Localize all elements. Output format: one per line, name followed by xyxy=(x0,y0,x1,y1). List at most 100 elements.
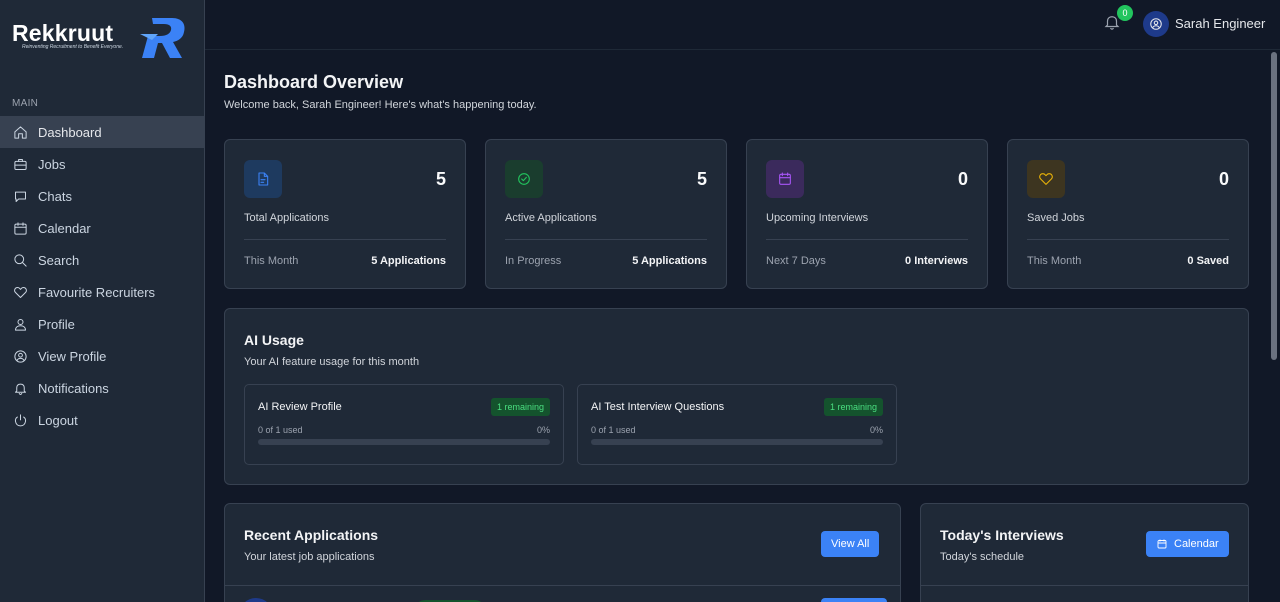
calendar-icon xyxy=(13,221,28,236)
stat-label: Total Applications xyxy=(244,212,329,224)
sidebar-item-label: Logout xyxy=(38,412,78,428)
calendar-button-label: Calendar xyxy=(1174,538,1219,550)
stat-card-total-applications: 5 Total Applications This Month 5 Applic… xyxy=(224,139,466,289)
sidebar-item-label: Chats xyxy=(38,188,72,204)
user-avatar[interactable] xyxy=(1143,11,1169,37)
calendar-icon xyxy=(1157,539,1167,549)
sidebar-item-favourite-recruiters[interactable]: Favourite Recruiters xyxy=(0,276,204,308)
brand-logo[interactable]: Rekkruut Reinventing Recruitment to Bene… xyxy=(12,14,192,64)
divider xyxy=(766,239,968,240)
usage-count: 0 of 1 used xyxy=(258,425,303,435)
divider xyxy=(921,585,1248,586)
user-circle-icon xyxy=(1150,18,1162,30)
chat-icon xyxy=(13,189,28,204)
stat-summary: 5 Applications xyxy=(632,255,707,267)
section-subtitle: Today's schedule xyxy=(940,551,1025,563)
divider xyxy=(505,239,707,240)
heart-icon xyxy=(1027,160,1065,198)
sidebar-item-label: Jobs xyxy=(38,156,66,172)
page-subtitle: Welcome back, Sarah Engineer! Here's wha… xyxy=(224,99,537,111)
section-subtitle: Your latest job applications xyxy=(244,551,375,563)
ai-usage-item-review-profile: AI Review Profile 1 remaining 0 of 1 use… xyxy=(244,384,564,465)
sidebar-item-calendar[interactable]: Calendar xyxy=(0,212,204,244)
sidebar-item-label: Search xyxy=(38,252,80,268)
home-icon xyxy=(13,125,28,140)
sidebar-item-label: Calendar xyxy=(38,220,91,236)
brand-tagline: Reinventing Recruitment to Benefit Every… xyxy=(22,44,124,50)
divider xyxy=(244,239,446,240)
ai-feature-name: AI Review Profile xyxy=(258,401,342,413)
usage-percent: 0% xyxy=(869,425,883,435)
document-icon xyxy=(244,160,282,198)
usage-count: 0 of 1 used xyxy=(591,425,636,435)
calendar-icon xyxy=(766,160,804,198)
ai-usage-item-test-interview-questions: AI Test Interview Questions 1 remaining … xyxy=(577,384,897,465)
stat-card-upcoming-interviews: 0 Upcoming Interviews Next 7 Days 0 Inte… xyxy=(746,139,988,289)
page-scrollbar[interactable] xyxy=(1268,50,1280,602)
stat-period: This Month xyxy=(244,255,299,267)
page-title: Dashboard Overview xyxy=(224,72,404,92)
ai-usage-card: AI Usage Your AI feature usage for this … xyxy=(224,308,1249,485)
sidebar-item-view-profile[interactable]: View Profile xyxy=(0,340,204,372)
sidebar: Rekkruut Reinventing Recruitment to Bene… xyxy=(0,0,205,602)
check-circle-icon xyxy=(505,160,543,198)
search-icon xyxy=(13,253,28,268)
stat-summary: 0 Interviews xyxy=(905,255,968,267)
stat-value: 0 xyxy=(1218,169,1229,189)
stat-card-saved-jobs: 0 Saved Jobs This Month 0 Saved xyxy=(1007,139,1249,289)
stat-summary: 5 Applications xyxy=(371,255,446,267)
remaining-badge: 1 remaining xyxy=(823,398,883,416)
user-icon xyxy=(13,317,28,332)
sidebar-item-search[interactable]: Search xyxy=(0,244,204,276)
section-title: Recent Applications xyxy=(244,527,379,543)
section-subtitle: Your AI feature usage for this month xyxy=(244,356,420,368)
sidebar-item-label: Notifications xyxy=(38,380,109,396)
stat-value: 5 xyxy=(435,169,446,189)
heart-icon xyxy=(13,285,28,300)
ai-feature-name: AI Test Interview Questions xyxy=(591,401,725,413)
notification-count-badge: 0 xyxy=(1117,5,1133,21)
usage-progress-bar xyxy=(258,439,550,445)
top-bar: 0 Sarah Engineer xyxy=(205,0,1280,50)
nav-section-label: MAIN xyxy=(12,98,39,109)
stat-label: Saved Jobs xyxy=(1027,212,1085,224)
stat-card-active-applications: 5 Active Applications In Progress 5 Appl… xyxy=(485,139,727,289)
scrollbar-thumb[interactable] xyxy=(1271,52,1277,360)
divider xyxy=(225,585,900,586)
sidebar-item-notifications[interactable]: Notifications xyxy=(0,372,204,404)
user-circle-icon xyxy=(13,349,28,364)
stat-period: In Progress xyxy=(505,255,562,267)
stat-label: Active Applications xyxy=(505,212,597,224)
sidebar-item-chats[interactable]: Chats xyxy=(0,180,204,212)
briefcase-icon xyxy=(13,157,28,172)
bell-icon xyxy=(13,381,28,396)
avatar xyxy=(239,598,273,602)
sidebar-item-label: Dashboard xyxy=(38,124,102,140)
row-action-button[interactable] xyxy=(821,598,887,602)
sidebar-item-label: Favourite Recruiters xyxy=(38,284,156,300)
sidebar-item-dashboard[interactable]: Dashboard xyxy=(0,116,204,148)
view-all-button[interactable]: View All xyxy=(821,531,880,557)
sidebar-item-label: Profile xyxy=(38,316,75,332)
sidebar-nav: Dashboard Jobs Chats Calendar Search Fav… xyxy=(0,116,204,436)
stat-summary: 0 Saved xyxy=(1187,255,1229,267)
stat-value: 0 xyxy=(957,169,968,189)
calendar-button[interactable]: Calendar xyxy=(1146,531,1229,557)
stat-period: This Month xyxy=(1027,255,1082,267)
recent-applications-card: Recent Applications Your latest job appl… xyxy=(224,503,901,602)
usage-percent: 0% xyxy=(536,425,550,435)
stat-period: Next 7 Days xyxy=(766,255,826,267)
todays-interviews-card: Today's Interviews Today's schedule Cale… xyxy=(920,503,1249,602)
sidebar-item-profile[interactable]: Profile xyxy=(0,308,204,340)
user-name[interactable]: Sarah Engineer xyxy=(1175,16,1265,31)
sidebar-item-label: View Profile xyxy=(38,348,107,364)
sidebar-item-logout[interactable]: Logout xyxy=(0,404,204,436)
sidebar-item-jobs[interactable]: Jobs xyxy=(0,148,204,180)
logout-icon xyxy=(13,413,28,428)
stat-value: 5 xyxy=(696,169,707,189)
brand-r-mark-icon xyxy=(140,18,185,58)
remaining-badge: 1 remaining xyxy=(490,398,550,416)
stat-label: Upcoming Interviews xyxy=(766,212,869,224)
usage-progress-bar xyxy=(591,439,883,445)
section-title: AI Usage xyxy=(244,332,304,348)
